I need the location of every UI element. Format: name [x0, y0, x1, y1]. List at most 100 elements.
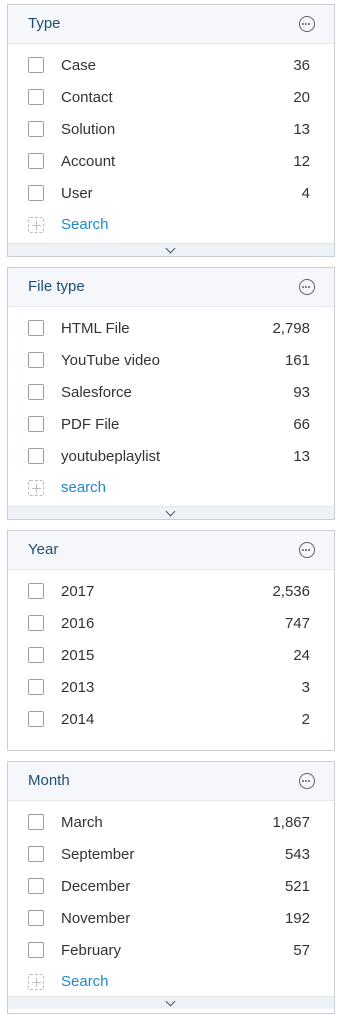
facet-value-count: 36 — [293, 57, 310, 74]
facet-value-label: User — [61, 185, 93, 202]
facet-value-row[interactable]: User 4 — [8, 178, 334, 210]
show-more-bar[interactable] — [8, 996, 334, 1009]
checkbox[interactable] — [28, 814, 44, 830]
more-options-icon[interactable] — [299, 279, 315, 295]
checkbox[interactable] — [28, 711, 44, 727]
facet-value-count: 20 — [293, 89, 310, 106]
facet-value-count: 747 — [284, 615, 310, 632]
facet-value-row[interactable]: March 1,867 — [8, 807, 334, 839]
facet-value-label: 2016 — [61, 615, 95, 632]
facet-search-row[interactable]: search — [8, 476, 334, 504]
facet-value-row[interactable]: 2014 2 — [8, 704, 334, 736]
facet-value-row[interactable]: 2016 747 — [8, 608, 334, 640]
checkbox[interactable] — [28, 583, 44, 599]
facet-value-count: 4 — [301, 185, 310, 202]
facet-value-label: November — [61, 910, 131, 927]
checkbox[interactable] — [28, 647, 44, 663]
facet-search-link[interactable]: Search — [61, 216, 109, 233]
facet-value-row[interactable]: youtubeplaylist 13 — [8, 441, 334, 473]
facet-search-row[interactable]: Search — [8, 213, 334, 241]
facet-value-count: 192 — [284, 910, 310, 927]
facet-value-label: Account — [61, 153, 116, 170]
facet-value-row[interactable]: September 543 — [8, 839, 334, 871]
checkbox[interactable] — [28, 384, 44, 400]
checkbox[interactable] — [28, 679, 44, 695]
facet-value-label: Solution — [61, 121, 116, 138]
checkbox[interactable] — [28, 153, 44, 169]
facet-value-row[interactable]: 2015 24 — [8, 640, 334, 672]
checkbox[interactable] — [28, 320, 44, 336]
facet-value-row[interactable]: 2013 3 — [8, 672, 334, 704]
checkbox[interactable] — [28, 185, 44, 201]
facet-value-row[interactable]: Case 36 — [8, 50, 334, 82]
facet-value-row[interactable]: December 521 — [8, 871, 334, 903]
facet-value-row[interactable]: PDF File 66 — [8, 409, 334, 441]
facet-value-count: 24 — [293, 647, 310, 664]
facet-value-label: PDF File — [61, 416, 120, 433]
facet-value-count: 13 — [293, 448, 310, 465]
checkbox[interactable] — [28, 878, 44, 894]
show-more-bar[interactable] — [8, 506, 334, 519]
facet-value-count: 66 — [293, 416, 310, 433]
facet-type: Type Case 36 Contact 20 Solution 13 Acco… — [7, 4, 335, 257]
facet-search-link[interactable]: search — [61, 479, 106, 496]
facet-month: Month March 1,867 September 543 December… — [7, 761, 335, 1014]
facet-value-count: 2,536 — [272, 583, 310, 600]
facet-value-row[interactable]: February 57 — [8, 935, 334, 967]
checkbox[interactable] — [28, 352, 44, 368]
facet-value-count: 2,798 — [272, 320, 310, 337]
checkbox[interactable] — [28, 448, 44, 464]
checkbox[interactable] — [28, 846, 44, 862]
checkbox[interactable] — [28, 121, 44, 137]
facet-value-label: Case — [61, 57, 97, 74]
facet-value-row[interactable]: HTML File 2,798 — [8, 313, 334, 345]
checkbox[interactable] — [28, 910, 44, 926]
checkbox[interactable] — [28, 615, 44, 631]
checkbox[interactable] — [28, 57, 44, 73]
more-options-icon[interactable] — [299, 773, 315, 789]
chevron-down-icon[interactable] — [165, 996, 176, 1007]
facet-header: Month — [8, 762, 334, 801]
facet-value-count: 1,867 — [272, 814, 310, 831]
facet-value-count: 521 — [284, 878, 310, 895]
facet-value-label: HTML File — [61, 320, 130, 337]
facet-value-label: 2017 — [61, 583, 95, 600]
plus-icon[interactable] — [28, 480, 44, 496]
facet-value-label: December — [61, 878, 131, 895]
facet-value-label: March — [61, 814, 103, 831]
facet-value-label: Contact — [61, 89, 113, 106]
facet-value-label: YouTube video — [61, 352, 160, 369]
facet-value-count: 161 — [284, 352, 310, 369]
facet-value-row[interactable]: Account 12 — [8, 146, 334, 178]
chevron-down-icon[interactable] — [165, 506, 176, 517]
facet-value-row[interactable]: Salesforce 93 — [8, 377, 334, 409]
more-options-icon[interactable] — [299, 16, 315, 32]
facet-value-row[interactable]: YouTube video 161 — [8, 345, 334, 377]
show-more-bar[interactable] — [8, 243, 334, 256]
facet-value-row[interactable]: November 192 — [8, 903, 334, 935]
facet-search-row[interactable]: Search — [8, 970, 334, 998]
facet-value-label: September — [61, 846, 135, 863]
facet-value-label: February — [61, 942, 122, 959]
facet-value-count: 93 — [293, 384, 310, 401]
facet-value-count: 2 — [301, 711, 310, 728]
facet-value-row[interactable]: 2017 2,536 — [8, 576, 334, 608]
plus-icon[interactable] — [28, 217, 44, 233]
plus-icon[interactable] — [28, 974, 44, 990]
facet-value-label: 2013 — [61, 679, 95, 696]
facet-year: Year 2017 2,536 2016 747 2015 24 2013 3 … — [7, 530, 335, 751]
facet-value-label: 2015 — [61, 647, 95, 664]
facet-title: File type — [28, 278, 85, 295]
facet-value-count: 3 — [301, 679, 310, 696]
facet-value-row[interactable]: Solution 13 — [8, 114, 334, 146]
facet-value-count: 543 — [284, 846, 310, 863]
more-options-icon[interactable] — [299, 542, 315, 558]
facet-header: File type — [8, 268, 334, 307]
checkbox[interactable] — [28, 942, 44, 958]
chevron-down-icon[interactable] — [165, 243, 176, 254]
facet-file-type: File type HTML File 2,798 YouTube video … — [7, 267, 335, 520]
checkbox[interactable] — [28, 416, 44, 432]
facet-value-row[interactable]: Contact 20 — [8, 82, 334, 114]
facet-search-link[interactable]: Search — [61, 973, 109, 990]
checkbox[interactable] — [28, 89, 44, 105]
